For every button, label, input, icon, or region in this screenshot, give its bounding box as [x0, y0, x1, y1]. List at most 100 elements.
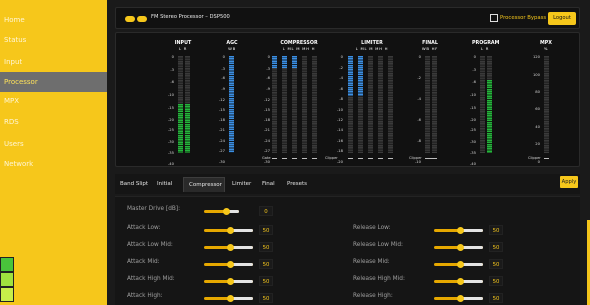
attack-high-slider[interactable] [204, 295, 253, 302]
clipper-indicator [544, 158, 549, 159]
tab-limiter[interactable]: Limiter [232, 177, 256, 192]
sidebar-item-input[interactable]: Input [0, 52, 107, 72]
attack-low-label: Attack Low: [127, 225, 161, 231]
attack-low-slider[interactable] [204, 227, 253, 234]
compressor-meter-subtitle: L ML M MH H [282, 46, 316, 51]
attack-high-mid-slider[interactable] [204, 278, 253, 285]
sidebar-item-home[interactable]: Home [0, 10, 107, 30]
attack-mid-value[interactable]: 50 [259, 259, 273, 269]
sidebar-item-network[interactable]: Network [0, 154, 107, 174]
slider-thumb-icon[interactable] [457, 261, 464, 268]
compressor-meter-bar-l [272, 56, 277, 153]
input-meter-group: INPUT L R 0 -3 -6 -10 -15 -20 -25 -30 -3… [168, 41, 196, 166]
input-meter-subtitle: L R [178, 46, 188, 51]
limiter-meter-group: LIMITER L ML M MH H 0 -2 -4 -6 -8 -10 -1… [325, 41, 406, 166]
app-root: Home Status Input Processor MPX RDS User… [0, 0, 590, 305]
apply-button[interactable]: Apply [560, 176, 578, 188]
status-dot-icon [137, 16, 147, 22]
left-status-strip [0, 272, 14, 287]
attack-high-mid-value[interactable]: 50 [259, 276, 273, 286]
processor-bypass-checkbox[interactable] [490, 14, 498, 22]
slider-thumb-icon[interactable] [457, 278, 464, 285]
tab-initial[interactable]: Initial [157, 177, 177, 192]
sidebar-item-status[interactable]: Status [0, 30, 107, 50]
mpx-clipper-label: Clipper [528, 156, 541, 160]
tab-presets[interactable]: Presets [287, 177, 317, 192]
attack-mid-slider[interactable] [204, 261, 253, 268]
limiter-meter-bar-l [348, 56, 353, 153]
agc-meter-bar [229, 56, 234, 153]
gate-indicator [292, 158, 297, 159]
attack-low-mid-slider[interactable] [204, 244, 253, 251]
sidebar-item-mpx[interactable]: MPX [0, 91, 107, 111]
final-meter-bar-hf [432, 56, 437, 153]
logout-button[interactable]: Logout [548, 12, 576, 25]
master-drive-slider[interactable] [204, 208, 239, 215]
attack-high-value[interactable]: 50 [259, 293, 273, 303]
attack-mid-label: Attack Mid: [127, 259, 160, 265]
attack-low-mid-label: Attack Low Mid: [127, 242, 173, 248]
compressor-settings-form: Master Drive [dB]: 0 Attack Low: 50 Atta… [115, 196, 580, 305]
release-high-mid-label: Release High Mid: [353, 276, 405, 282]
slider-thumb-icon[interactable] [227, 227, 234, 234]
release-high-slider[interactable] [434, 295, 483, 302]
release-low-value[interactable]: 50 [489, 225, 503, 235]
input-meter-bar-l [178, 56, 183, 153]
release-high-value[interactable]: 50 [489, 293, 503, 303]
left-status-strip [0, 257, 14, 272]
release-low-label: Release Low: [353, 225, 391, 231]
tab-final[interactable]: Final [262, 177, 282, 192]
meters-panel: INPUT L R 0 -3 -6 -10 -15 -20 -25 -30 -3… [115, 32, 580, 167]
processor-bypass-label: Processor Bypass [500, 15, 547, 21]
clipper-indicator [425, 158, 437, 159]
attack-low-value[interactable]: 50 [259, 225, 273, 235]
limiter-meter-bar-h [388, 56, 393, 153]
tab-compressor[interactable]: Compressor [183, 177, 225, 192]
slider-thumb-icon[interactable] [223, 208, 230, 215]
slider-thumb-icon[interactable] [227, 261, 234, 268]
limiter-meter-bar-ml [358, 56, 363, 153]
slider-thumb-icon[interactable] [457, 244, 464, 251]
processor-tabs: Band Slipt Initial Compressor Limiter Fi… [115, 174, 580, 194]
compressor-gate-label: Gate [262, 156, 271, 160]
tab-band-slipt[interactable]: Band Slipt [120, 177, 153, 192]
release-low-mid-label: Release Low Mid: [353, 242, 403, 248]
release-low-mid-value[interactable]: 50 [489, 242, 503, 252]
clipper-indicator [388, 158, 393, 159]
mpx-meter-bar [544, 56, 549, 153]
form-separator [115, 196, 580, 197]
agc-meter-subtitle: WB [228, 46, 236, 51]
mpx-meter-group: MPX % 120 100 80 60 40 20 0 Clipper [528, 41, 558, 166]
gate-indicator [302, 158, 307, 159]
limiter-meter-subtitle: L ML M MH H [355, 46, 389, 51]
program-meter-bar-l [480, 56, 485, 153]
agc-meter-group: AGC WB 0 -3 -6 -9 -12 -15 -18 -21 -24 -2… [219, 41, 244, 166]
program-meter-group: PROGRAM L R 0 -3 -6 -10 -15 -20 -25 -30 … [469, 41, 500, 166]
release-low-slider[interactable] [434, 227, 483, 234]
release-high-mid-value[interactable]: 50 [489, 276, 503, 286]
release-mid-label: Release Mid: [353, 259, 390, 265]
slider-thumb-icon[interactable] [227, 278, 234, 285]
release-mid-slider[interactable] [434, 261, 483, 268]
master-drive-value[interactable]: 0 [259, 206, 273, 216]
slider-thumb-icon[interactable] [227, 295, 234, 302]
compressor-meter-bar-m [292, 56, 297, 153]
attack-high-label: Attack High: [127, 293, 163, 299]
compressor-meter-bar-mh [302, 56, 307, 153]
sidebar: Home Status Input Processor MPX RDS User… [0, 0, 107, 305]
slider-thumb-icon[interactable] [227, 244, 234, 251]
attack-low-mid-value[interactable]: 50 [259, 242, 273, 252]
slider-thumb-icon[interactable] [457, 295, 464, 302]
compressor-meter-bar-ml [282, 56, 287, 153]
release-high-mid-slider[interactable] [434, 278, 483, 285]
gate-indicator [312, 158, 317, 159]
sidebar-item-processor[interactable]: Processor [0, 72, 107, 92]
program-meter-bar-r [487, 56, 492, 153]
limiter-clipper-label: Clipper [325, 156, 338, 160]
attack-high-mid-label: Attack High Mid: [127, 276, 175, 282]
release-low-mid-slider[interactable] [434, 244, 483, 251]
sidebar-item-users[interactable]: Users [0, 134, 107, 154]
sidebar-item-rds[interactable]: RDS [0, 112, 107, 132]
release-mid-value[interactable]: 50 [489, 259, 503, 269]
slider-thumb-icon[interactable] [457, 227, 464, 234]
